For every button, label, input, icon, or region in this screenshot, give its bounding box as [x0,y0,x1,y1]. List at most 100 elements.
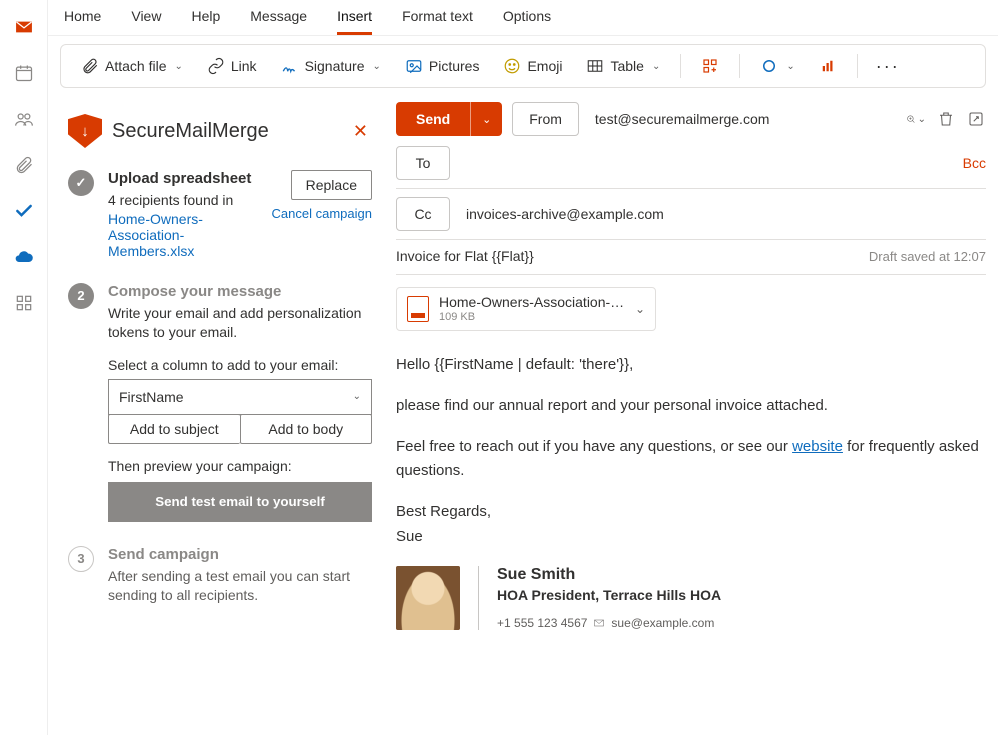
addin-panel: ↓ SecureMailMerge ✕ 1 Upload spreadsheet… [60,98,380,735]
addin-title: SecureMailMerge [112,120,339,143]
ribbon: Attach file ⌄ Link Signature ⌄ Pictures … [60,44,986,88]
emoji-button[interactable]: Emoji [495,53,570,79]
separator [680,54,681,78]
website-link[interactable]: website [792,438,843,455]
subject-input[interactable]: Invoice for Flat {{Flat}} [396,248,534,264]
step1-found: 4 recipients found in [108,191,258,211]
emoji-label: Emoji [527,58,562,74]
body-line: Hello {{FirstName | default: 'there'}}, [396,353,986,376]
body-line: Best Regards, [396,500,986,523]
link-button[interactable]: Link [199,53,265,79]
files-icon[interactable] [13,154,35,176]
column-select[interactable]: FirstName ⌄ [108,379,372,415]
to-button[interactable]: To [396,146,450,180]
step3-title: Send campaign [108,546,372,563]
calendar-icon[interactable] [13,62,35,84]
add-to-subject-button[interactable]: Add to subject [108,414,240,444]
body-line: Feel free to reach out if you have any q… [396,435,986,482]
discard-icon[interactable] [936,109,956,129]
pictures-button[interactable]: Pictures [397,53,488,79]
step3-indicator: 3 [68,546,94,572]
apps-button[interactable] [693,53,727,79]
chevron-down-icon: ⌄ [482,113,491,126]
step2-desc: Write your email and add personalization… [108,304,372,343]
column-select-value: FirstName [119,389,184,405]
attachment-chip[interactable]: Home-Owners-Association-R... 109 KB ⌄ [396,287,656,331]
ribbon-overflow-button[interactable]: ··· [870,56,906,77]
signature-name: Sue Smith [497,566,721,584]
send-button[interactable]: Send [396,102,470,136]
tab-home[interactable]: Home [64,8,101,35]
tab-message[interactable]: Message [250,8,307,35]
chevron-down-icon: ⌄ [174,61,182,72]
cc-input[interactable]: invoices-archive@example.com [466,200,986,228]
close-icon[interactable]: ✕ [349,117,372,146]
step1-indicator: 1 [68,170,94,196]
from-button[interactable]: From [512,102,579,136]
apps-grid-icon [701,57,719,75]
compose-area: Send ⌄ From test@securemailmerge.com To [396,98,998,735]
step2-preview-label: Then preview your campaign: [108,458,372,474]
chevron-down-icon: ⌄ [353,391,361,402]
poll-icon [819,57,837,75]
apps-icon[interactable] [13,292,35,314]
onedrive-icon[interactable] [13,246,35,268]
loop-icon [760,57,778,75]
tab-help[interactable]: Help [191,8,220,35]
signature-icon [281,57,299,75]
signature-label: Signature [305,58,365,74]
zoom-icon[interactable] [906,109,926,129]
table-label: Table [610,58,643,74]
draft-status: Draft saved at 12:07 [869,249,986,264]
mail-small-icon [593,617,605,629]
poll-button[interactable] [811,53,845,79]
from-value[interactable]: test@securemailmerge.com [589,111,770,127]
attachment-name: Home-Owners-Association-R... [439,294,625,311]
step1-file-link[interactable]: Home-Owners-Association-Members.xlsx [108,211,258,259]
file-pdf-icon [407,296,429,322]
chevron-down-icon: ⌄ [652,61,660,72]
step3-desc: After sending a test email you can start… [108,567,372,606]
separator [478,566,479,630]
cc-button[interactable]: Cc [396,197,450,231]
signature-role: HOA President, Terrace Hills HOA [497,587,721,603]
signature-button[interactable]: Signature ⌄ [273,53,389,79]
body-line: please find our annual report and your p… [396,394,986,417]
mail-icon[interactable] [13,16,35,38]
people-icon[interactable] [13,108,35,130]
tab-insert[interactable]: Insert [337,8,372,35]
bcc-link[interactable]: Bcc [963,155,986,171]
step2-select-label: Select a column to add to your email: [108,357,372,373]
table-button[interactable]: Table ⌄ [578,53,668,79]
emoji-icon [503,57,521,75]
signature-block: Sue Smith HOA President, Terrace Hills H… [396,566,986,630]
left-rail [0,0,48,735]
send-test-button[interactable]: Send test email to yourself [108,482,372,522]
link-label: Link [231,58,257,74]
send-dropdown-button[interactable]: ⌄ [470,102,502,136]
chevron-down-icon: ⌄ [786,61,794,72]
popout-icon[interactable] [966,109,986,129]
tab-formattext[interactable]: Format text [402,8,473,35]
addin-logo-icon: ↓ [68,114,102,148]
attach-file-button[interactable]: Attach file ⌄ [73,53,191,79]
step1-title: Upload spreadsheet [108,170,258,187]
replace-button[interactable]: Replace [291,170,372,200]
cancel-campaign-link[interactable]: Cancel campaign [272,206,372,221]
loop-button[interactable]: ⌄ [752,53,802,79]
step2-title: Compose your message [108,283,372,300]
pictures-icon [405,57,423,75]
tab-view[interactable]: View [131,8,161,35]
add-to-body-button[interactable]: Add to body [240,414,373,444]
chevron-down-icon[interactable]: ⌄ [635,302,645,316]
signature-email: sue@example.com [611,616,714,630]
email-body[interactable]: Hello {{FirstName | default: 'there'}}, … [396,353,986,549]
to-input[interactable] [466,149,947,177]
table-icon [586,57,604,75]
avatar [396,566,460,630]
tab-options[interactable]: Options [503,8,551,35]
todo-icon[interactable] [13,200,35,222]
chevron-down-icon: ⌄ [373,61,381,72]
body-line: Sue [396,525,986,548]
step2-indicator: 2 [68,283,94,309]
